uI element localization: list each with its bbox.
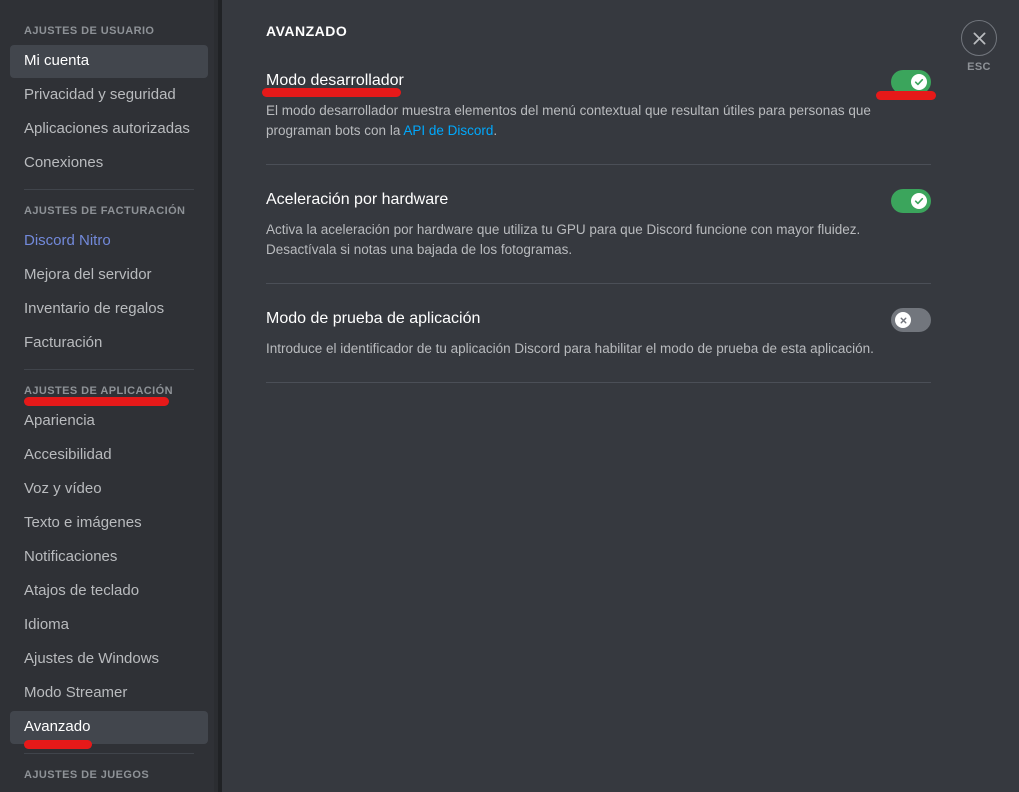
sidebar-separator <box>24 369 194 370</box>
setting-header: Modo desarrollador <box>266 70 931 94</box>
check-icon <box>911 74 927 90</box>
sidebar-item-inventario-de-regalos[interactable]: Inventario de regalos <box>10 293 208 326</box>
setting-section-hardware-acceleration: Aceleración por hardware Activa la aceler… <box>266 189 931 284</box>
section-divider <box>266 283 931 284</box>
setting-header: Aceleración por hardware <box>266 189 931 213</box>
setting-section-developer-mode: Modo desarrollador El modo desarrollador … <box>266 70 931 165</box>
sidebar-item-apariencia[interactable]: Apariencia <box>10 405 208 438</box>
sidebar-item-ajustes-de-windows[interactable]: Ajustes de Windows <box>10 643 208 676</box>
sidebar-category-header: AJUSTES DE USUARIO <box>24 25 155 37</box>
discord-api-link[interactable]: API de Discord <box>403 123 493 138</box>
x-icon <box>895 312 911 328</box>
toggle-developer-mode[interactable] <box>891 70 931 94</box>
setting-description-tail: . <box>493 123 498 138</box>
close-icon <box>961 20 997 56</box>
sidebar-item-accesibilidad[interactable]: Accesibilidad <box>10 439 208 472</box>
setting-description-text: El modo desarrollador muestra elementos … <box>266 103 871 138</box>
settings-content: AVANZADO Modo desarrollador El modo desar… <box>266 22 931 407</box>
setting-title: Modo desarrollador <box>266 72 404 89</box>
setting-title: Aceleración por hardware <box>266 191 449 208</box>
sidebar-item-conexiones[interactable]: Conexiones <box>10 147 208 180</box>
sidebar-item-avanzado[interactable]: Avanzado <box>10 711 208 744</box>
sidebar-separator <box>24 753 194 754</box>
sidebar-item-texto-e-imagenes[interactable]: Texto e imágenes <box>10 507 208 540</box>
sidebar-scrollbar[interactable] <box>214 0 218 792</box>
sidebar-item-atajos-de-teclado[interactable]: Atajos de teclado <box>10 575 208 608</box>
sidebar-item-mejora-del-servidor[interactable]: Mejora del servidor <box>10 259 208 292</box>
check-icon <box>911 193 927 209</box>
settings-sidebar: AJUSTES DE USUARIO Mi cuenta Privacidad y … <box>0 0 218 792</box>
sidebar-item-discord-nitro[interactable]: Discord Nitro <box>10 225 208 258</box>
toggle-app-test-mode[interactable] <box>891 308 931 332</box>
setting-header: Modo de prueba de aplicación <box>266 308 931 332</box>
sidebar-separator <box>24 189 194 190</box>
sidebar-item-mi-cuenta[interactable]: Mi cuenta <box>10 45 208 78</box>
sidebar-item-privacidad-y-seguridad[interactable]: Privacidad y seguridad <box>10 79 208 112</box>
section-divider <box>266 164 931 165</box>
sidebar-category-header: AJUSTES DE JUEGOS <box>24 769 150 781</box>
settings-window: AJUSTES DE USUARIO Mi cuenta Privacidad y … <box>0 0 1019 792</box>
sidebar-item-facturacion[interactable]: Facturación <box>10 327 208 360</box>
section-divider <box>266 382 931 383</box>
sidebar-item-notificaciones[interactable]: Notificaciones <box>10 541 208 574</box>
setting-description: Introduce el identificador de tu aplicac… <box>266 341 874 356</box>
setting-description: Activa la aceleración por hardware que u… <box>266 222 861 257</box>
setting-description: El modo desarrollador muestra elementos … <box>266 101 926 141</box>
sidebar-item-modo-streamer[interactable]: Modo Streamer <box>10 677 208 710</box>
settings-main-panel: ESC AVANZADO Modo desarrollador El modo d… <box>222 0 1019 792</box>
sidebar-item-aplicaciones-autorizadas[interactable]: Aplicaciones autorizadas <box>10 113 208 146</box>
page-title: AVANZADO <box>266 23 348 39</box>
sidebar-item-voz-y-video[interactable]: Voz y vídeo <box>10 473 208 506</box>
sidebar-category-header: AJUSTES DE APLICACIÓN <box>24 385 173 397</box>
sidebar-category-header: AJUSTES DE FACTURACIÓN <box>24 205 186 217</box>
sidebar-item-idioma[interactable]: Idioma <box>10 609 208 642</box>
toggle-hardware-acceleration[interactable] <box>891 189 931 213</box>
setting-title: Modo de prueba de aplicación <box>266 310 481 327</box>
close-settings-label: ESC <box>967 61 991 73</box>
setting-section-app-test-mode: Modo de prueba de aplicación Introduce el… <box>266 308 931 383</box>
close-settings-button[interactable]: ESC <box>957 20 1001 73</box>
